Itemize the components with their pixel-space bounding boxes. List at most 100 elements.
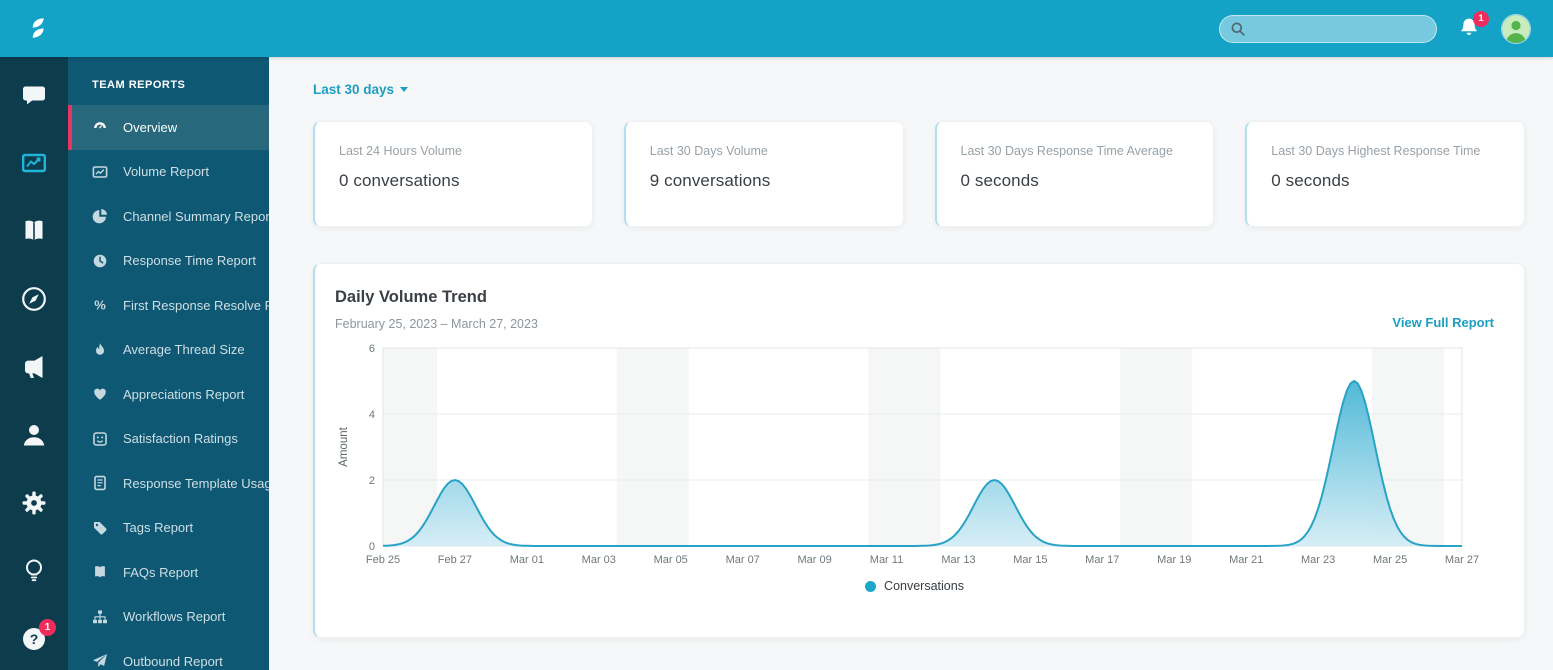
reports-chart-icon bbox=[22, 153, 47, 173]
tag-icon bbox=[92, 520, 108, 536]
document-icon bbox=[92, 475, 108, 491]
top-bar: 1 bbox=[0, 0, 1553, 57]
rail-item-knowledge-base[interactable] bbox=[20, 217, 48, 245]
dropdown-caret-icon bbox=[400, 87, 409, 92]
book-icon bbox=[92, 564, 108, 580]
svg-text:Mar 11: Mar 11 bbox=[870, 554, 903, 566]
svg-text:Mar 13: Mar 13 bbox=[941, 554, 975, 566]
rail-item-campaigns[interactable] bbox=[20, 353, 48, 381]
chart-legend: Conversations bbox=[335, 579, 1494, 593]
compass-icon bbox=[22, 287, 46, 311]
svg-text:Mar 09: Mar 09 bbox=[797, 554, 831, 566]
app-root: 1 ? 1 TEAM REPORTS Overview Volume Repor… bbox=[0, 0, 1553, 670]
stat-card-label: Last 24 Hours Volume bbox=[339, 144, 462, 158]
svg-text:4: 4 bbox=[369, 409, 375, 421]
svg-text:Amount: Amount bbox=[338, 426, 350, 466]
body-row: ? 1 TEAM REPORTS Overview Volume Report Ch… bbox=[0, 57, 1553, 670]
sidebar-item-tags-report[interactable]: Tags Report bbox=[68, 506, 269, 551]
legend-dot-icon bbox=[865, 580, 877, 592]
sidebar-item-label: First Response Resolve Rate bbox=[123, 297, 269, 313]
sidebar-header: TEAM REPORTS bbox=[92, 79, 186, 91]
svg-text:Mar 25: Mar 25 bbox=[1373, 554, 1407, 566]
megaphone-icon bbox=[25, 356, 43, 378]
sidebar-item-label: Satisfaction Ratings bbox=[123, 431, 238, 447]
date-range-label: Last 30 days bbox=[313, 82, 395, 97]
sidebar-item-response-time-report[interactable]: Response Time Report bbox=[68, 239, 269, 284]
stat-card-label: Last 30 Days Response Time Average bbox=[960, 144, 1173, 158]
svg-text:Mar 21: Mar 21 bbox=[1229, 554, 1263, 566]
sidebar-item-channel-summary-report[interactable]: Channel Summary Report bbox=[68, 194, 269, 239]
sidebar-item-label: Average Thread Size bbox=[123, 342, 245, 358]
sidebar-item-label: Appreciations Report bbox=[123, 386, 245, 402]
sidebar-item-label: Volume Report bbox=[123, 164, 209, 180]
stat-card-last-30-days-highest-response-time: Last 30 Days Highest Response Time 0 seco… bbox=[1245, 121, 1525, 227]
rail-item-conversations[interactable] bbox=[20, 81, 48, 109]
stat-card-last-30-days-response-time-average: Last 30 Days Response Time Average 0 seco… bbox=[934, 121, 1215, 227]
svg-text:Mar 03: Mar 03 bbox=[582, 554, 616, 566]
daily-volume-chart: Feb 25 Feb 27 Mar 01 Mar 03 Mar 05 Mar 07 Mar … bbox=[338, 343, 1479, 566]
rail-item-explore[interactable] bbox=[20, 285, 48, 313]
sidebar-item-label: FAQs Report bbox=[123, 564, 199, 580]
svg-text:%: % bbox=[94, 298, 106, 313]
sidebar-item-average-thread-size[interactable]: Average Thread Size bbox=[68, 328, 269, 373]
sidebar-nav: Overview Volume Report Channel Summary Rep… bbox=[68, 105, 269, 670]
rail-item-help[interactable]: ? 1 bbox=[20, 619, 56, 653]
sidebar-item-label: Overview bbox=[123, 119, 178, 135]
sidebar-item-label: Channel Summary Report bbox=[123, 208, 269, 224]
rail-item-contacts[interactable] bbox=[20, 421, 48, 449]
search-input[interactable] bbox=[1246, 21, 1426, 36]
sidebar-item-satisfaction-ratings[interactable]: Satisfaction Ratings bbox=[68, 417, 269, 462]
sidebar-item-first-response-resolve-rate[interactable]: % First Response Resolve Rate bbox=[68, 283, 269, 328]
view-full-report-link[interactable]: View Full Report bbox=[1392, 315, 1494, 331]
sidebar-item-volume-report[interactable]: Volume Report bbox=[68, 150, 269, 195]
book-icon bbox=[25, 220, 43, 241]
rail-item-settings[interactable] bbox=[20, 489, 48, 517]
svg-text:Feb 25: Feb 25 bbox=[366, 554, 400, 566]
date-range-dropdown[interactable]: Last 30 days bbox=[313, 82, 409, 97]
search-box bbox=[1219, 14, 1437, 43]
svg-text:Mar 17: Mar 17 bbox=[1085, 554, 1119, 566]
brand-logo-icon[interactable] bbox=[24, 13, 54, 45]
sidebar-item-workflows-report[interactable]: Workflows Report bbox=[68, 595, 269, 640]
sidebar-item-response-template-usage[interactable]: Response Template Usage bbox=[68, 461, 269, 506]
person-icon bbox=[23, 425, 45, 446]
team-reports-sidebar: TEAM REPORTS Overview Volume Report Channe… bbox=[68, 57, 269, 670]
svg-text:Mar 19: Mar 19 bbox=[1157, 554, 1191, 566]
stat-card-value: 9 conversations bbox=[649, 171, 771, 190]
sidebar-item-appreciations-report[interactable]: Appreciations Report bbox=[68, 372, 269, 417]
rail-item-reports[interactable] bbox=[20, 149, 48, 177]
svg-text:Mar 27: Mar 27 bbox=[1445, 554, 1479, 566]
svg-text:Feb 27: Feb 27 bbox=[438, 554, 472, 566]
svg-text:?: ? bbox=[30, 631, 39, 647]
user-avatar[interactable] bbox=[1501, 13, 1531, 44]
sidebar-item-faqs-report[interactable]: FAQs Report bbox=[68, 550, 269, 595]
svg-text:Mar 05: Mar 05 bbox=[654, 554, 688, 566]
left-icon-rail: ? 1 bbox=[0, 57, 68, 670]
daily-volume-trend-card: Daily Volume Trend February 25, 2023 – M… bbox=[313, 263, 1525, 638]
paper-plane-icon bbox=[92, 653, 108, 669]
help-badge: 1 bbox=[39, 619, 56, 636]
notifications-button[interactable]: 1 bbox=[1457, 10, 1489, 42]
sidebar-item-label: Workflows Report bbox=[123, 609, 226, 625]
clock-icon bbox=[92, 253, 108, 269]
chart-image-icon bbox=[92, 164, 108, 180]
chat-bubble-icon bbox=[23, 86, 45, 105]
svg-text:6: 6 bbox=[369, 343, 375, 355]
stat-card-last-30-days-volume: Last 30 Days Volume 9 conversations bbox=[623, 121, 904, 227]
topbar-right-group: 1 bbox=[1219, 10, 1531, 44]
stat-card-last-24-hours-volume: Last 24 Hours Volume 0 conversations bbox=[313, 121, 593, 227]
sitemap-icon bbox=[92, 609, 108, 625]
stat-card-value: 0 conversations bbox=[339, 171, 460, 190]
avatar-person-icon bbox=[1502, 14, 1530, 43]
stat-cards-row: Last 24 Hours Volume 0 conversations Last … bbox=[313, 121, 1525, 227]
svg-text:Mar 15: Mar 15 bbox=[1013, 554, 1047, 566]
svg-text:Mar 23: Mar 23 bbox=[1301, 554, 1335, 566]
rail-item-ideas[interactable] bbox=[20, 557, 48, 585]
svg-text:0: 0 bbox=[369, 541, 375, 553]
search-icon bbox=[1231, 22, 1245, 36]
sidebar-item-overview[interactable]: Overview bbox=[68, 105, 269, 150]
sidebar-item-outbound-report[interactable]: Outbound Report bbox=[68, 639, 269, 670]
svg-text:2: 2 bbox=[369, 475, 375, 487]
chart-title: Daily Volume Trend bbox=[335, 288, 487, 306]
svg-text:Mar 07: Mar 07 bbox=[726, 554, 760, 566]
